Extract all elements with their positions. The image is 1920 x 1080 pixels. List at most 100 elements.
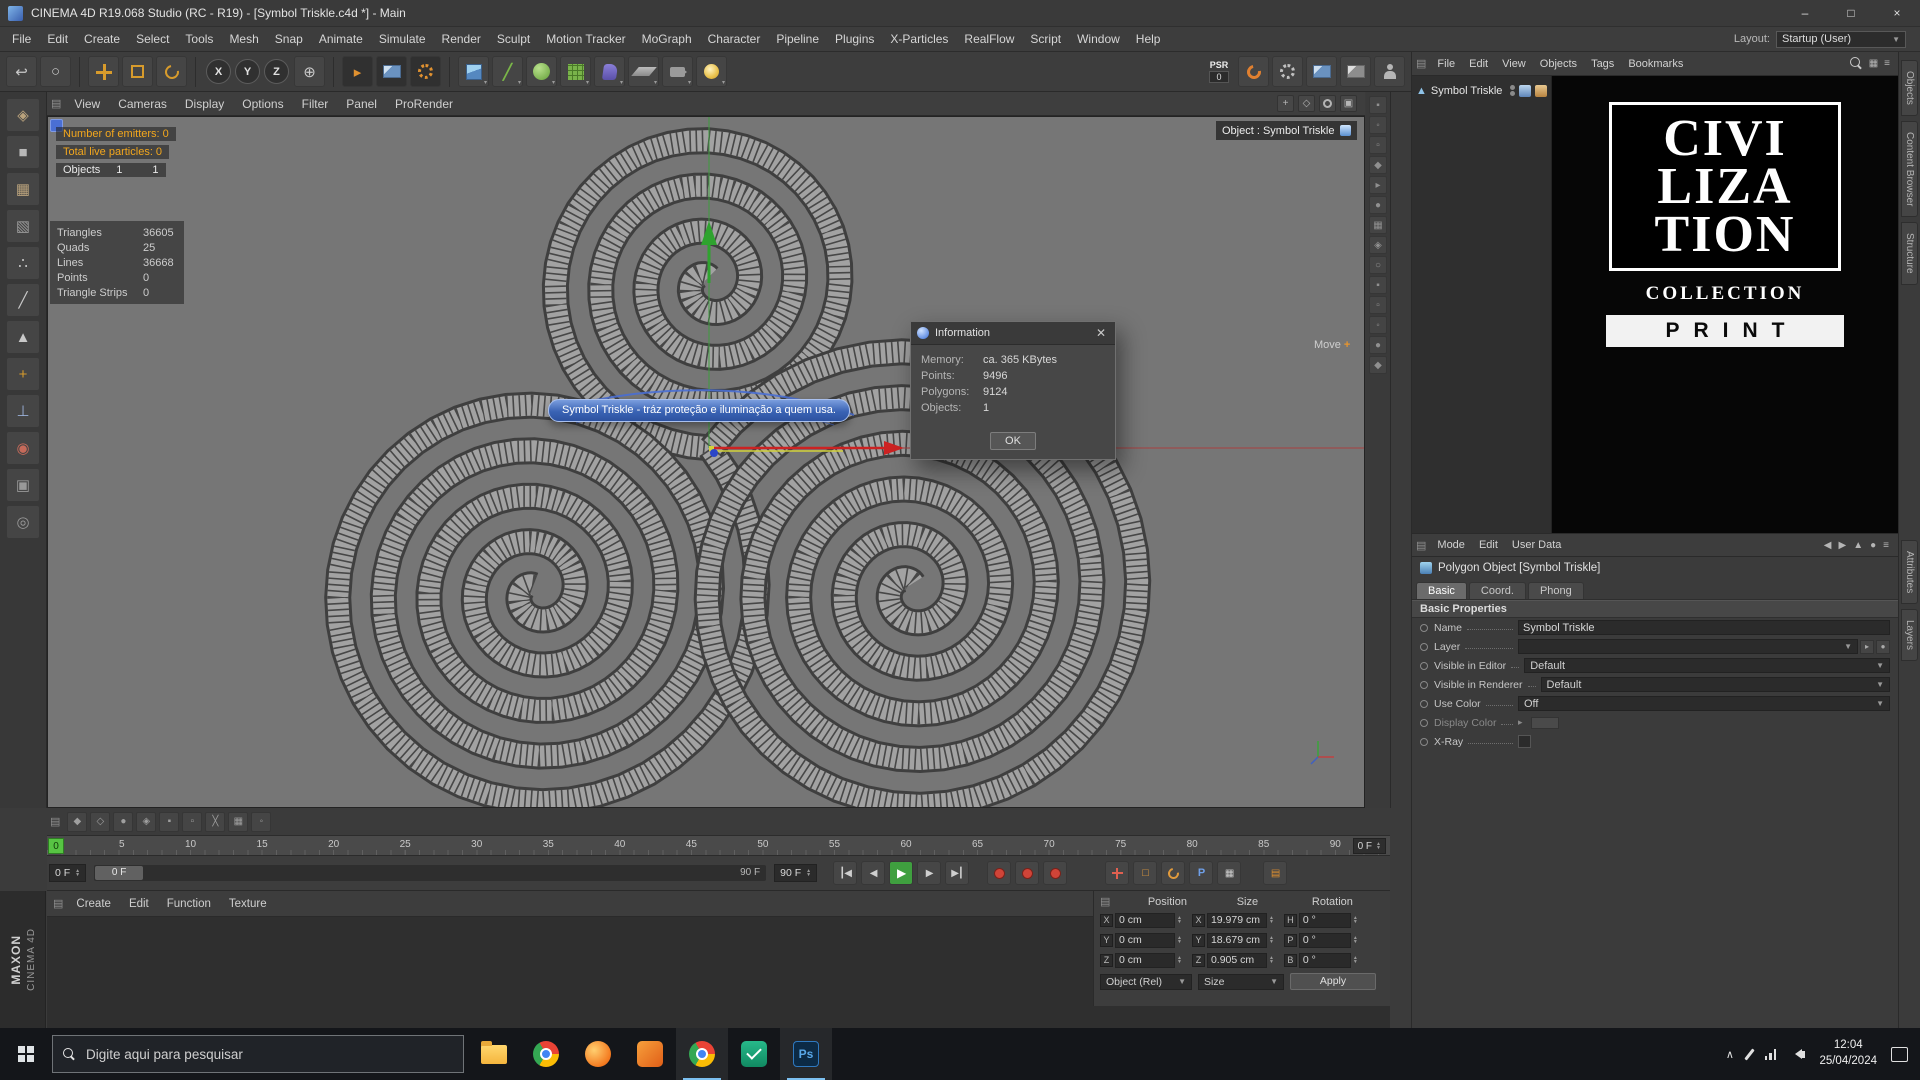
nav-back-icon[interactable]: ◀ [1824,540,1832,551]
menu-item[interactable]: Animate [311,30,371,48]
burger-menu-icon[interactable]: ≡ [1883,540,1889,551]
workplane-mode-icon[interactable]: ▧ [6,209,40,243]
menu-item[interactable]: Character [700,30,769,48]
layout-select[interactable]: Startup (User) ▼ [1776,30,1906,48]
dock-icon[interactable]: ● [1369,196,1387,214]
size-field[interactable]: 0.905 cm [1206,952,1267,968]
notification-center-icon[interactable] [1891,1046,1908,1062]
record-key-icon[interactable]: ● [113,811,134,832]
minimize-button[interactable]: – [1782,0,1828,26]
attribute-menu-item[interactable]: Mode [1430,539,1472,551]
axis-mode-icon[interactable]: + [6,357,40,391]
texture-mode-icon[interactable]: ▦ [6,172,40,206]
goto-start-button[interactable]: ┃◀ [833,861,858,885]
model-mode-icon[interactable]: ■ [6,135,40,169]
side-tab[interactable]: Layers [1901,609,1918,662]
panel-grip-icon[interactable]: ▤ [50,815,60,828]
current-frame-field[interactable]: 0 F ▲ ▼ [49,864,87,882]
orange-app-icon[interactable] [624,1028,676,1080]
keyframe-dot-icon[interactable] [1420,680,1428,689]
rotate-tool-icon[interactable] [156,56,187,87]
spinner-control[interactable]: ▲ ▼ [806,869,811,878]
snap-key-icon[interactable]: ╳ [205,811,226,832]
menu-item[interactable]: Sculpt [489,30,538,48]
menu-item[interactable]: RealFlow [956,30,1022,48]
menu-item[interactable]: Snap [267,30,311,48]
polygons-mode-icon[interactable]: ▲ [6,320,40,354]
burger-menu-icon[interactable]: ≡ [1884,58,1890,69]
visibility-toggles[interactable] [1510,85,1515,96]
record-pla-toggle[interactable]: ▦ [1217,861,1242,885]
goto-end-button[interactable]: ▶┃ [945,861,970,885]
dock-icon[interactable]: ▪ [1369,276,1387,294]
tab-coord[interactable]: Coord. [1468,582,1526,599]
side-tab[interactable]: Objects [1901,60,1918,116]
apply-button[interactable]: Apply [1290,973,1376,990]
keyframe-icon[interactable]: ◆ [67,811,88,832]
dialog-close-icon[interactable]: ✕ [1093,326,1109,340]
spinner-control[interactable]: ▲ ▼ [1353,956,1358,965]
xray-checkbox[interactable] [1518,735,1531,748]
rotate-view-icon[interactable] [1319,95,1336,112]
close-button[interactable]: × [1874,0,1920,26]
spline-pen-icon[interactable]: ╱ ▾ [492,56,523,87]
file-explorer-icon[interactable] [468,1028,520,1080]
record-position-toggle[interactable] [1105,861,1130,885]
dock-icon[interactable]: ◈ [1369,236,1387,254]
chrome-active-icon[interactable] [676,1028,728,1080]
photoshop-icon[interactable]: Ps [780,1028,832,1080]
rotation-field[interactable]: 0 ° [1298,952,1351,968]
dock-icon[interactable]: ▫ [1369,296,1387,314]
move-tool-icon[interactable] [88,56,119,87]
dock-icon[interactable]: ○ [1369,256,1387,274]
key-mode-icon[interactable]: ◇ [90,811,111,832]
menu-item[interactable]: File [4,30,39,48]
dock-icon[interactable]: ▪ [1369,96,1387,114]
menu-item[interactable]: X-Particles [882,30,956,48]
object-manager-menu-item[interactable]: Tags [1584,58,1621,70]
keyframe-dot-icon[interactable] [1420,661,1428,670]
dialog-title-bar[interactable]: Information ✕ [911,322,1115,345]
zoom-view-icon[interactable]: ◇ [1298,95,1315,112]
render-picture-viewer-icon[interactable] [376,56,407,87]
expand-icon[interactable]: ▸ [1518,717,1523,728]
network-icon[interactable] [1764,1048,1777,1060]
menu-item[interactable]: Mesh [221,30,266,48]
position-field[interactable]: 0 cm [1115,952,1175,968]
chrome-icon[interactable] [520,1028,572,1080]
coordinates-mode-icon[interactable]: ⊥ [6,394,40,428]
material-menu-item[interactable]: Texture [220,898,276,910]
rotation-field[interactable]: 0 ° [1298,932,1351,948]
viewport[interactable]: Number of emitters: 0 Total live particl… [47,116,1365,808]
attribute-menu-item[interactable]: User Data [1505,539,1569,551]
side-tab[interactable]: Structure [1901,222,1918,285]
use-color-dropdown[interactable]: Off ▼ [1518,696,1890,711]
end-frame-field[interactable]: 90 F ▲ ▼ [774,864,818,882]
panel-grip-icon[interactable]: ▤ [1416,57,1426,70]
panel-grip-icon[interactable]: ▤ [1100,895,1110,908]
keyframe-dot-icon[interactable] [1420,737,1428,746]
panel-grip-icon[interactable]: ▤ [53,897,63,910]
make-editable-icon[interactable]: ◈ [6,98,40,132]
record-scale-toggle[interactable]: □ [1133,861,1158,885]
dock-icon[interactable]: ● [1369,336,1387,354]
menu-item[interactable]: Window [1069,30,1128,48]
record-keyframe-button[interactable] [987,861,1012,885]
picture-viewer-icon[interactable] [1306,56,1337,87]
maximize-button[interactable]: □ [1828,0,1874,26]
object-tree[interactable]: ▲ Symbol Triskle [1412,76,1552,533]
lock-workplane-icon[interactable]: ▣ [6,468,40,502]
play-button[interactable]: ▶ [889,861,914,885]
viewport-menu-item[interactable]: View [65,95,109,113]
object-manager-menu-item[interactable]: File [1430,58,1462,70]
dock-icon[interactable]: ▸ [1369,176,1387,194]
frame-mini-field[interactable]: 0 F ▲ ▼ [1352,838,1386,854]
dock-icon[interactable]: ▫ [1369,136,1387,154]
object-manager-menu-item[interactable]: Bookmarks [1621,58,1690,70]
checkmark-app-icon[interactable] [728,1028,780,1080]
edges-mode-icon[interactable]: ╱ [6,283,40,317]
menu-item[interactable]: Simulate [371,30,434,48]
viewport-menu-item[interactable]: Filter [293,95,338,113]
layer-dropdown[interactable]: ▼ [1518,639,1858,654]
spinner-control[interactable]: ▲ ▼ [1353,916,1358,925]
